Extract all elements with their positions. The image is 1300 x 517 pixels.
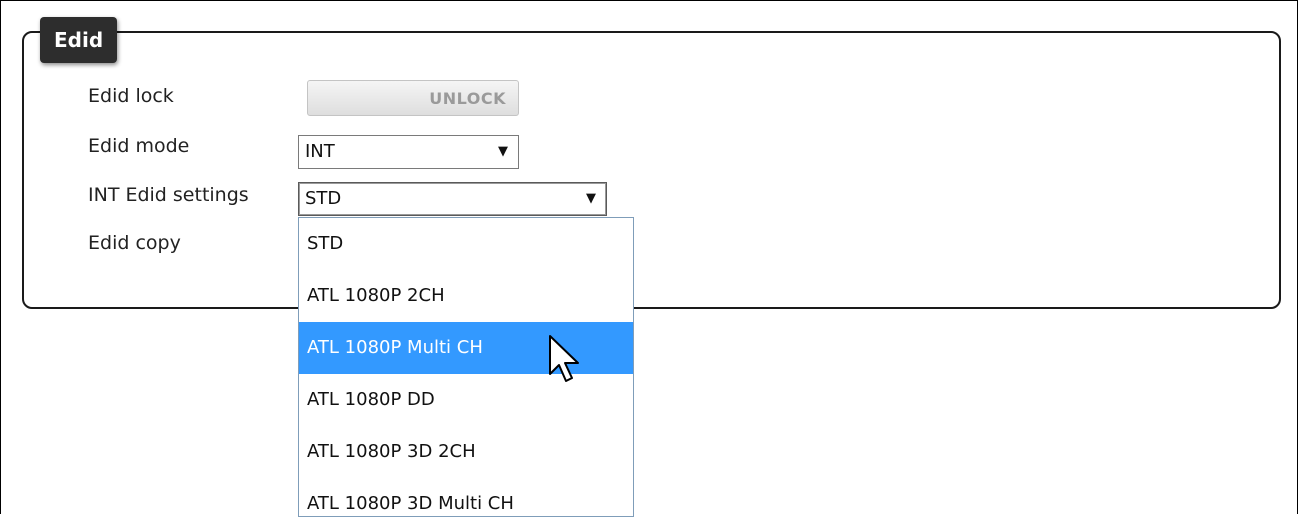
arrow-pointer-icon <box>549 335 579 382</box>
edid-lock-button[interactable]: UNLOCK <box>307 80 519 116</box>
int-edid-settings-value: STD <box>305 188 342 209</box>
panel-title: Edid <box>40 17 118 63</box>
edid-mode-select[interactable]: INT ▼ <box>298 135 519 169</box>
caret-down-icon: ▼ <box>586 191 596 206</box>
dropdown-option-atl-1080p-3d-multi-ch[interactable]: ATL 1080P 3D Multi CH <box>299 478 633 516</box>
edid-mode-value: INT <box>305 141 335 162</box>
edid-panel <box>22 31 1281 309</box>
int-edid-settings-select[interactable]: STD ▼ <box>298 182 607 216</box>
edid-copy-label: Edid copy <box>88 232 181 254</box>
edid-lock-label: Edid lock <box>88 85 174 107</box>
dropdown-option-atl-1080p-3d-2ch[interactable]: ATL 1080P 3D 2CH <box>299 426 633 478</box>
dropdown-option-atl-1080p-2ch[interactable]: ATL 1080P 2CH <box>299 270 633 322</box>
int-edid-settings-label: INT Edid settings <box>88 184 249 206</box>
dropdown-option-std[interactable]: STD <box>299 218 633 270</box>
caret-down-icon: ▼ <box>498 144 508 159</box>
edid-mode-label: Edid mode <box>88 135 190 157</box>
